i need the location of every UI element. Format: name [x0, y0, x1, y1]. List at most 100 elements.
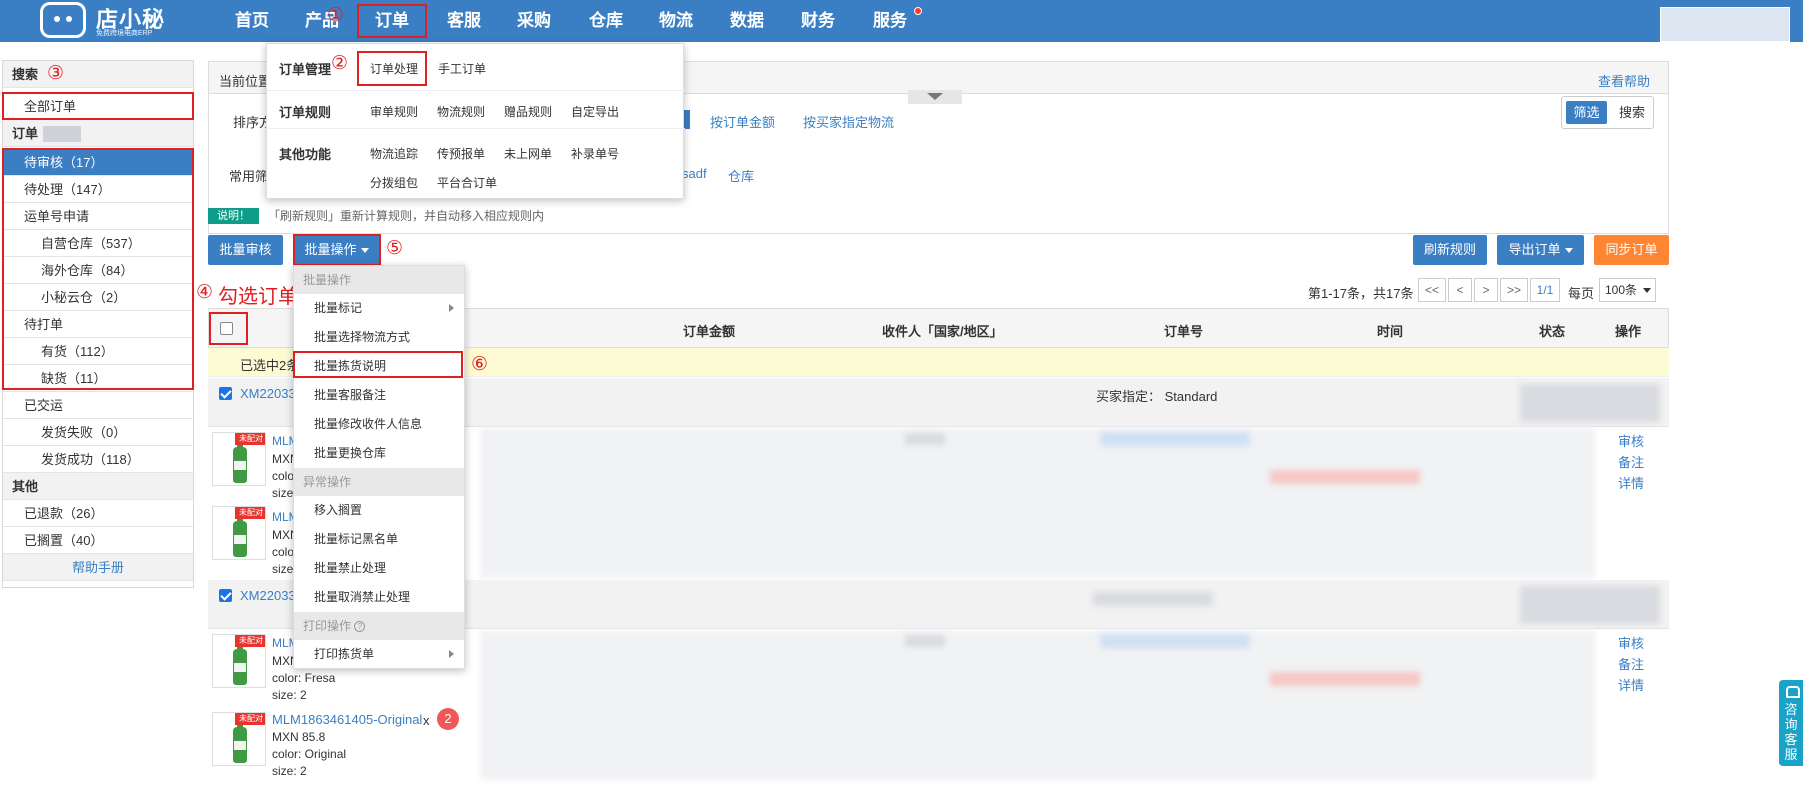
product-color: color: Original [272, 747, 347, 761]
marker-5: ⑤ [386, 238, 404, 259]
menu-order-process[interactable]: 订单处理 [370, 60, 418, 77]
order-checkbox[interactable] [219, 589, 232, 602]
sidebar-item-ship-failed[interactable]: 发货失败（0） [3, 419, 193, 446]
sidebar-item-ship-success[interactable]: 发货成功（118） [3, 446, 193, 473]
batch-review-button[interactable]: 批量审核 [208, 235, 283, 265]
menu-change-warehouse[interactable]: 批量更换仓库 [294, 439, 464, 467]
search-button[interactable]: 搜索 [1614, 101, 1650, 124]
menu-split-pack[interactable]: 分拨组包 [370, 174, 418, 191]
sidebar-item-on-hold[interactable]: 已搁置（40） [3, 527, 193, 554]
menu-batch-mark[interactable]: 批量标记 [294, 294, 464, 322]
menu-print-picking-label: 打印拣货单 [314, 647, 375, 661]
menu-review-rule[interactable]: 审单规则 [370, 103, 418, 120]
menu-not-online[interactable]: 未上网单 [504, 145, 552, 162]
quantity-x: x [423, 713, 430, 728]
bottle-icon [233, 718, 247, 763]
nav-data[interactable]: 数据 [725, 0, 769, 42]
filter-warehouse[interactable]: 仓库 [728, 166, 754, 185]
menu-platform-merge[interactable]: 平台合订单 [437, 174, 497, 191]
refresh-rules-button[interactable]: 刷新规则 [1413, 235, 1487, 265]
product-image[interactable]: 未配对 [212, 432, 266, 486]
consult-service-tab[interactable]: 咨询客服 [1779, 680, 1803, 766]
sidebar-help-manual[interactable]: 帮助手册 [3, 554, 193, 581]
menu-cs-note[interactable]: 批量客服备注 [294, 381, 464, 409]
help-icon[interactable]: ? [354, 621, 366, 633]
nav-finance[interactable]: 财务 [796, 0, 840, 42]
sidebar-item-refunded[interactable]: 已退款（26） [3, 500, 193, 527]
nav-orders[interactable]: 订单 [357, 4, 427, 38]
menu-add-tracking[interactable]: 补录单号 [571, 145, 619, 162]
menu-blacklist[interactable]: 批量标记黑名单 [294, 525, 464, 553]
sync-orders-button[interactable]: 同步订单 [1594, 235, 1669, 265]
select-all-checkbox[interactable] [220, 322, 233, 335]
per-page-select[interactable]: 100条 [1599, 278, 1656, 302]
product-sku-link[interactable]: MLM1863461405-Original [272, 712, 422, 727]
action-review[interactable]: 审核 [1618, 431, 1644, 450]
menu-row-other: 其他功能 物流追踪 传预报单 未上网单 补录单号 分拨组包 平台合订单 [267, 129, 685, 199]
sidebar-item-own-warehouse[interactable]: 自营仓库（537） [3, 230, 193, 257]
filter-button[interactable]: 筛选 [1566, 101, 1607, 124]
sidebar-item-in-stock[interactable]: 有货（112） [3, 338, 193, 365]
pager-last[interactable]: >> [1500, 278, 1528, 302]
annotation-check-orders: 勾选订单 [218, 286, 298, 308]
menu-logistics-rule[interactable]: 物流规则 [437, 103, 485, 120]
col-time: 时间 [1377, 324, 1404, 339]
sidebar-item-waybill-apply[interactable]: 运单号申请 [3, 203, 193, 230]
pager-next[interactable]: > [1474, 278, 1498, 302]
filter-sadf[interactable]: sadf [682, 166, 707, 181]
product-image[interactable]: 未配对 [212, 712, 266, 766]
product-image[interactable]: 未配对 [212, 634, 266, 688]
nav-services[interactable]: 服务 [868, 0, 912, 42]
menu-gift-rule[interactable]: 赠品规则 [504, 103, 552, 120]
menu-edit-recipient[interactable]: 批量修改收件人信息 [294, 410, 464, 438]
nav-service[interactable]: 客服 [442, 0, 486, 42]
sidebar-item-to-print[interactable]: 待打单 [3, 311, 193, 338]
sidebar-item-pending-review[interactable]: 待审核（17） [3, 149, 193, 176]
menu-manual-order[interactable]: 手工订单 [438, 60, 486, 77]
blurred-recipient [905, 635, 945, 647]
logo[interactable]: 店小秘 免费跨境电商ERP [40, 2, 185, 38]
sidebar-item-delivered[interactable]: 已交运 [3, 392, 193, 419]
product-image[interactable]: 未配对 [212, 506, 266, 560]
menu-pre-report[interactable]: 传预报单 [437, 145, 485, 162]
export-orders-button[interactable]: 导出订单 [1497, 235, 1584, 265]
sidebar-item-out-of-stock[interactable]: 缺货（11） [3, 365, 193, 392]
order-number-link[interactable]: XM22033 [240, 386, 296, 401]
nav-warehouse[interactable]: 仓库 [584, 0, 628, 42]
sidebar-item-cloud-warehouse[interactable]: 小秘云仓（2） [3, 284, 193, 311]
order-checkbox[interactable] [219, 387, 232, 400]
menu-picking-note[interactable]: 批量拣货说明 [294, 352, 464, 380]
blurred-time-tag [1270, 470, 1420, 484]
sidebar-item-overseas-warehouse[interactable]: 海外仓库（84） [3, 257, 193, 284]
nav-home[interactable]: 首页 [230, 0, 274, 42]
menu-unforbid[interactable]: 批量取消禁止处理 [294, 583, 464, 611]
sort-by-buyer-logistics[interactable]: 按买家指定物流 [803, 112, 894, 131]
pager-prev[interactable]: < [1448, 278, 1472, 302]
action-note[interactable]: 备注 [1618, 654, 1644, 673]
sidebar-item-all-orders[interactable]: 全部订单 [3, 93, 193, 120]
user-account[interactable] [1660, 7, 1790, 42]
sidebar-item-pending-process[interactable]: 待处理（147） [3, 176, 193, 203]
view-help-link[interactable]: 查看帮助 [1598, 71, 1650, 90]
robot-logo-icon [40, 2, 86, 38]
order-number-link[interactable]: XM22033 [240, 588, 296, 603]
nav-logistics[interactable]: 物流 [654, 0, 698, 42]
action-note[interactable]: 备注 [1618, 452, 1644, 471]
menu-choose-logistics[interactable]: 批量选择物流方式 [294, 323, 464, 351]
action-review[interactable]: 审核 [1618, 633, 1644, 652]
pager-first[interactable]: << [1418, 278, 1446, 302]
menu-print-picking[interactable]: 打印拣货单 [294, 640, 464, 668]
action-details[interactable]: 详情 [1618, 675, 1644, 694]
nav-purchase[interactable]: 采购 [512, 0, 556, 42]
blurred-order-details [480, 428, 1595, 578]
menu-custom-export[interactable]: 自定导出 [571, 103, 619, 120]
sort-by-amount[interactable]: 按订单金额 [710, 112, 775, 131]
action-details[interactable]: 详情 [1618, 473, 1644, 492]
menu-forbid[interactable]: 批量禁止处理 [294, 554, 464, 582]
menu-move-hold[interactable]: 移入搁置 [294, 496, 464, 524]
marker-6: ⑥ [471, 354, 489, 375]
menu-tracking[interactable]: 物流追踪 [370, 145, 418, 162]
batch-ops-button[interactable]: 批量操作 [294, 235, 379, 265]
blurred-time-tag [1270, 672, 1420, 686]
collapse-toggle-icon[interactable] [908, 90, 962, 104]
